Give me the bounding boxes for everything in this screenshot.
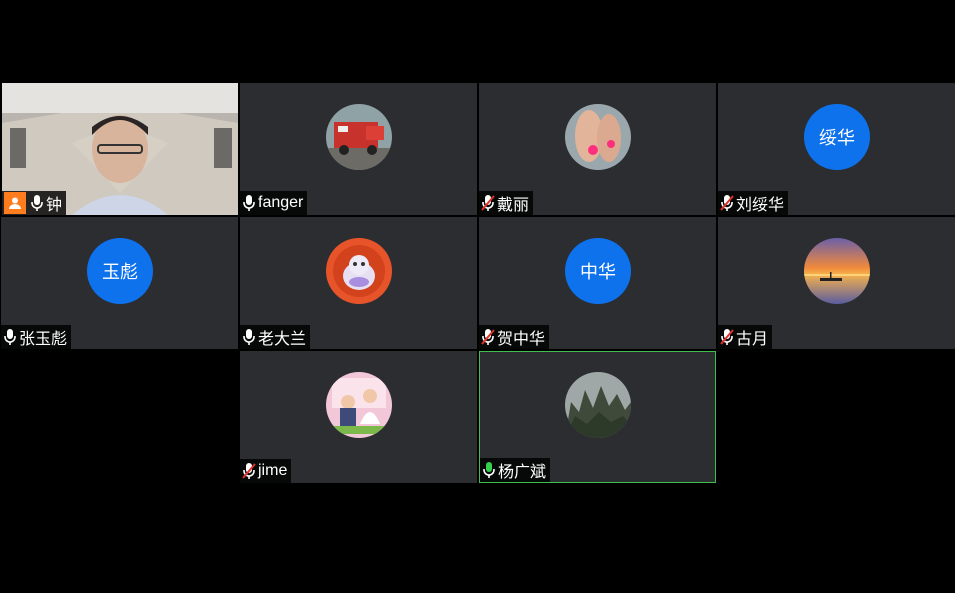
microphone-icon	[242, 328, 256, 346]
participant-tile-2[interactable]: fanger	[240, 83, 477, 215]
participant-name-label: 老大兰	[240, 325, 311, 349]
participant-name: 老大兰	[258, 331, 307, 348]
participant-name: fanger	[258, 194, 304, 211]
participant-tile-6[interactable]: 老大兰	[240, 217, 477, 349]
initials-avatar: 绥华	[804, 104, 870, 170]
plush-toy-photo-avatar	[326, 238, 392, 304]
participant-tile-4[interactable]: 绥华 刘绥华	[718, 83, 955, 215]
microphone-icon	[242, 194, 256, 212]
participant-name-label: 贺中华	[479, 325, 550, 349]
fire-truck-photo-avatar	[326, 104, 392, 170]
participant-tile-10[interactable]: 杨广斌	[479, 351, 716, 483]
participant-name: 古月	[736, 331, 769, 348]
initials-avatar: 玉彪	[87, 238, 153, 304]
participant-name-label: 戴丽	[479, 191, 534, 215]
participant-name-label: 张玉彪	[1, 325, 72, 349]
participant-tile-5[interactable]: 玉彪 张玉彪	[1, 217, 238, 349]
participant-name: jime	[258, 462, 288, 479]
microphone-muted-icon	[720, 194, 734, 212]
participant-name: 钟	[46, 197, 63, 214]
microphone-muted-icon	[481, 328, 495, 346]
feet-photo-avatar	[565, 104, 631, 170]
microphone-speaking-icon	[482, 461, 496, 479]
host-person-icon	[4, 192, 26, 214]
children-photo-avatar	[326, 372, 392, 438]
participant-tile-8[interactable]: 古月	[718, 217, 955, 349]
participant-name: 戴丽	[497, 197, 530, 214]
participant-name: 张玉彪	[19, 331, 68, 348]
participant-tile-9[interactable]: jime	[240, 351, 477, 483]
sunset-boat-photo-avatar	[804, 238, 870, 304]
participant-name-label: 刘绥华	[718, 191, 789, 215]
mountain-photo-avatar	[565, 372, 631, 438]
participant-tile-1[interactable]: 钟	[2, 83, 238, 215]
microphone-icon	[3, 328, 17, 346]
microphone-muted-icon	[481, 194, 495, 212]
participant-name-label: 钟	[2, 191, 67, 215]
participant-name-label: 古月	[718, 325, 773, 349]
initials-avatar: 中华	[565, 238, 631, 304]
participant-tile-7[interactable]: 中华 贺中华	[479, 217, 716, 349]
participant-name: 贺中华	[497, 331, 546, 348]
participant-name: 刘绥华	[736, 197, 785, 214]
microphone-muted-icon	[720, 328, 734, 346]
participant-name-label: fanger	[240, 191, 308, 215]
microphone-muted-icon	[242, 462, 256, 480]
participant-name: 杨广斌	[498, 464, 547, 481]
participant-name-label: jime	[240, 459, 292, 483]
participant-name-label: 杨广斌	[480, 458, 551, 482]
microphone-icon	[30, 194, 44, 212]
participant-tile-3[interactable]: 戴丽	[479, 83, 716, 215]
